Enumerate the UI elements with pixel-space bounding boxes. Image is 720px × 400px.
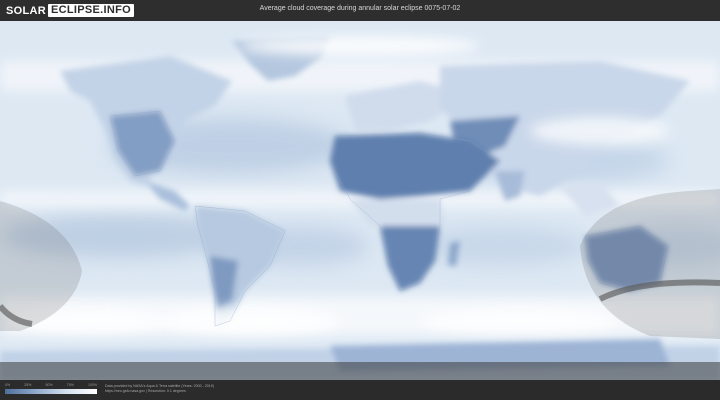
- legend-tick-75: 75%: [66, 383, 74, 387]
- cloud-coverage-map: [0, 21, 720, 380]
- legend-tick-0: 0%: [5, 383, 11, 387]
- legend-tick-100: 100%: [88, 383, 97, 387]
- credit-line-url[interactable]: https://neo.gsfc.nasa.gov | Resolution: …: [105, 389, 214, 394]
- legend-tick-25: 25%: [24, 383, 32, 387]
- legend-tick-50: 50%: [45, 383, 53, 387]
- top-bar: SOLAR ECLIPSE.INFO Average cloud coverag…: [0, 0, 720, 21]
- data-credits: Data provided by NASA's Aqua & Terra sat…: [105, 384, 214, 394]
- legend-ticks: 0% 25% 50% 75% 100%: [5, 383, 97, 388]
- polar-night-band: [0, 362, 720, 380]
- world-map-svg: [0, 21, 720, 380]
- cloud-coverage-legend-bar: [5, 389, 97, 394]
- page-title: Average cloud coverage during annular so…: [259, 5, 461, 12]
